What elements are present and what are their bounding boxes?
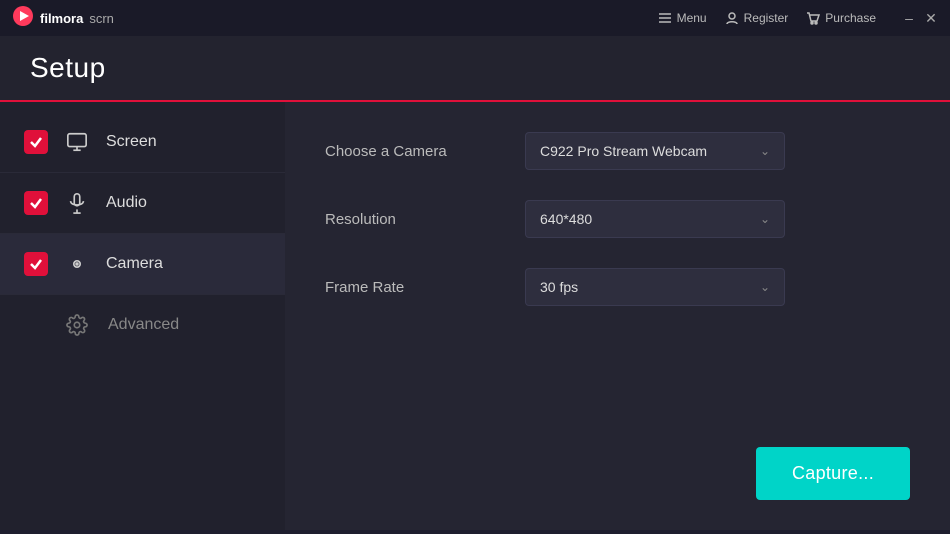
sidebar-item-camera[interactable]: Camera [0, 234, 285, 295]
screen-checkbox[interactable] [24, 130, 48, 154]
main-area: Screen Audio [0, 102, 950, 530]
camera-icon [66, 253, 88, 275]
resolution-chevron-icon: ⌄ [760, 212, 770, 226]
purchase-button[interactable]: Purchase [806, 11, 876, 25]
advanced-icon [66, 313, 90, 337]
minimize-button[interactable]: – [902, 11, 916, 25]
camera-chevron-icon: ⌄ [760, 144, 770, 158]
camera-label: Camera [106, 255, 163, 273]
menu-label: Menu [677, 11, 707, 25]
register-label: Register [744, 11, 789, 25]
screen-icon [66, 131, 88, 153]
titlebar: filmora scrn Menu Register Purch [0, 0, 950, 36]
screen-label: Screen [106, 133, 157, 151]
framerate-select-value: 30 fps [540, 279, 578, 295]
framerate-select[interactable]: 30 fps ⌄ [525, 268, 785, 306]
advanced-label: Advanced [108, 316, 179, 334]
register-button[interactable]: Register [725, 11, 789, 25]
audio-label: Audio [106, 194, 147, 212]
sidebar: Screen Audio [0, 102, 285, 530]
close-button[interactable]: ✕ [924, 11, 938, 25]
sidebar-item-audio[interactable]: Audio [0, 173, 285, 234]
logo-scrn-text: scrn [89, 11, 114, 26]
camera-select[interactable]: C922 Pro Stream Webcam ⌄ [525, 132, 785, 170]
audio-icon [66, 192, 88, 214]
sidebar-item-advanced[interactable]: Advanced [0, 295, 285, 355]
sidebar-item-screen[interactable]: Screen [0, 112, 285, 173]
resolution-setting-row: Resolution 640*480 ⌄ [325, 200, 910, 238]
camera-setting-label: Choose a Camera [325, 143, 505, 160]
resolution-select-value: 640*480 [540, 211, 592, 227]
logo-icon [12, 5, 34, 32]
camera-setting-row: Choose a Camera C922 Pro Stream Webcam ⌄ [325, 132, 910, 170]
logo-area: filmora scrn [12, 5, 114, 32]
titlebar-actions: Menu Register Purchase – ✕ [658, 11, 938, 25]
resolution-setting-label: Resolution [325, 211, 505, 228]
camera-select-value: C922 Pro Stream Webcam [540, 143, 707, 159]
menu-button[interactable]: Menu [658, 11, 707, 25]
framerate-setting-label: Frame Rate [325, 279, 505, 296]
resolution-select[interactable]: 640*480 ⌄ [525, 200, 785, 238]
framerate-chevron-icon: ⌄ [760, 280, 770, 294]
framerate-setting-row: Frame Rate 30 fps ⌄ [325, 268, 910, 306]
logo-name: filmora [40, 11, 83, 26]
capture-button[interactable]: Capture... [756, 447, 910, 500]
camera-checkbox[interactable] [24, 252, 48, 276]
purchase-label: Purchase [825, 11, 876, 25]
page-title: Setup [30, 52, 106, 83]
audio-checkbox[interactable] [24, 191, 48, 215]
advanced-spacer [24, 313, 48, 337]
content-area: Choose a Camera C922 Pro Stream Webcam ⌄… [285, 102, 950, 530]
page-header: Setup [0, 36, 950, 102]
window-controls: – ✕ [902, 11, 938, 25]
